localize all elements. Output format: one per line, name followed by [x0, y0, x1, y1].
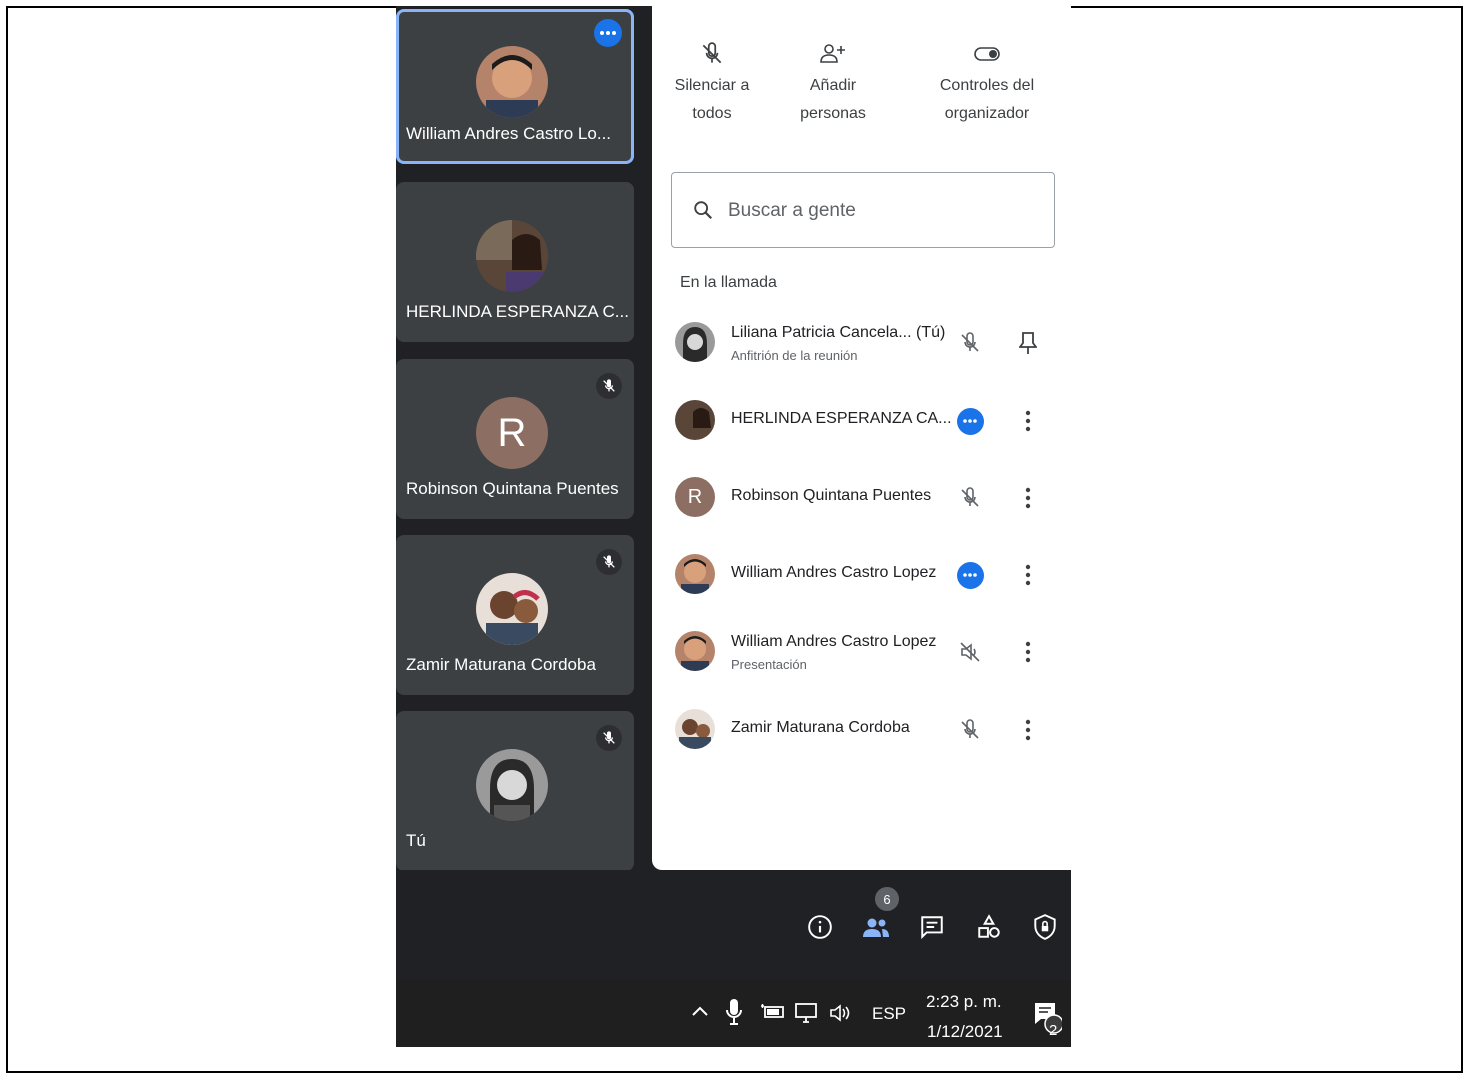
pin-icon[interactable] [1018, 328, 1038, 358]
video-tile-william[interactable]: William Andres Castro Lo... [396, 9, 634, 164]
video-tile-herlinda[interactable]: HERLINDA ESPERANZA C... [396, 182, 634, 342]
mute-all-label: Silenciar a [674, 77, 750, 94]
toggle-icon [928, 36, 1046, 72]
people-count-badge: 6 [875, 887, 899, 911]
avatar [476, 46, 548, 118]
more-options-icon[interactable] [956, 561, 984, 589]
activities-icon[interactable] [974, 912, 1004, 942]
people-panel: Silenciar a todos Añadir personas Contro… [652, 6, 1071, 870]
kebab-menu-icon[interactable] [1018, 560, 1038, 590]
avatar [675, 400, 715, 440]
language-indicator[interactable]: ESP [872, 1004, 906, 1024]
search-field[interactable] [671, 172, 1055, 248]
more-options-icon[interactable] [594, 19, 622, 47]
tile-name: Tú [406, 831, 426, 850]
avatar [675, 322, 715, 362]
mic-off-icon [956, 484, 984, 512]
add-people-label: Añadir [809, 77, 857, 94]
battery-icon[interactable] [760, 1002, 786, 1022]
video-tile-zamir[interactable]: Zamir Maturana Cordoba [396, 535, 634, 695]
avatar [675, 554, 715, 594]
microphone-icon[interactable] [726, 998, 742, 1026]
tile-name: Zamir Maturana Cordoba [406, 655, 596, 674]
mic-off-icon [956, 716, 984, 744]
chevron-up-icon[interactable] [690, 1002, 710, 1022]
clock-date[interactable]: 1/12/2021 [927, 1022, 1003, 1042]
participant-row[interactable]: Liliana Patricia Cancela... (Tú) Anfitri… [652, 312, 1071, 372]
mute-all-button[interactable]: Silenciar a todos [670, 36, 754, 128]
participant-name: Zamir Maturana Cordoba [731, 719, 910, 736]
kebab-menu-icon[interactable] [1018, 715, 1038, 745]
person-add-icon [790, 36, 876, 72]
participant-role: Presentación [731, 657, 807, 672]
participant-name: Liliana Patricia Cancela... (Tú) [731, 324, 946, 341]
mic-off-icon [596, 725, 622, 751]
participant-row[interactable]: HERLINDA ESPERANZA CA... [652, 390, 1071, 450]
host-controls-label: Controles del [939, 77, 1035, 94]
people-icon[interactable] [861, 912, 891, 942]
chat-icon[interactable] [917, 912, 947, 942]
participant-name: William Andres Castro Lopez [731, 564, 937, 581]
kebab-menu-icon[interactable] [1018, 637, 1038, 667]
windows-taskbar: ESP 2:23 p. m. 1/12/2021 2 [396, 980, 1071, 1047]
network-icon[interactable] [794, 1002, 820, 1024]
kebab-menu-icon[interactable] [1018, 483, 1038, 513]
mic-off-icon [956, 329, 984, 357]
volume-icon[interactable] [828, 1002, 854, 1024]
notification-count: 2 [1049, 1022, 1058, 1039]
section-title: En la llamada [680, 274, 777, 291]
info-icon[interactable] [805, 912, 835, 942]
avatar [476, 749, 548, 821]
participant-name: William Andres Castro Lopez [731, 633, 937, 650]
avatar [476, 573, 548, 645]
avatar: R [675, 477, 715, 517]
participant-row[interactable]: William Andres Castro Lopez [652, 544, 1071, 604]
participant-name: Robinson Quintana Puentes [731, 487, 932, 504]
avatar [675, 709, 715, 749]
tile-name: William Andres Castro Lo... [406, 124, 612, 143]
avatar [476, 220, 548, 292]
participant-row[interactable]: R Robinson Quintana Puentes [652, 467, 1071, 527]
host-controls-label: organizador [944, 105, 1030, 122]
tile-name: HERLINDA ESPERANZA C... [406, 302, 629, 321]
search-input[interactable] [726, 195, 1030, 227]
participant-name: HERLINDA ESPERANZA CA... [731, 410, 952, 427]
search-icon [692, 199, 714, 226]
participant-row[interactable]: Zamir Maturana Cordoba [652, 699, 1071, 759]
mic-off-icon [670, 36, 754, 72]
mic-off-icon [596, 373, 622, 399]
video-tile-self[interactable]: Tú [396, 711, 634, 871]
host-controls-button[interactable]: Controles del organizador [928, 36, 1046, 128]
meeting-toolbar: 6 [396, 870, 1071, 980]
meet-window: William Andres Castro Lo... HERLINDA ESP… [396, 6, 1071, 1047]
participant-row[interactable]: William Andres Castro Lopez Presentación [652, 621, 1071, 681]
kebab-menu-icon[interactable] [1018, 406, 1038, 436]
clock-time[interactable]: 2:23 p. m. [926, 992, 1002, 1012]
avatar: R [476, 397, 548, 469]
mute-all-label: todos [692, 105, 732, 122]
tile-name: Robinson Quintana Puentes [406, 479, 619, 498]
host-controls-icon[interactable] [1030, 912, 1060, 942]
add-people-button[interactable]: Añadir personas [790, 36, 876, 128]
notifications-icon[interactable] [1032, 1000, 1062, 1034]
more-options-icon[interactable] [956, 407, 984, 435]
mic-off-icon [596, 549, 622, 575]
avatar [675, 631, 715, 671]
add-people-label: personas [800, 105, 866, 122]
video-tile-robinson[interactable]: R Robinson Quintana Puentes [396, 359, 634, 519]
volume-off-icon [956, 638, 984, 666]
participant-role: Anfitrión de la reunión [731, 348, 858, 363]
